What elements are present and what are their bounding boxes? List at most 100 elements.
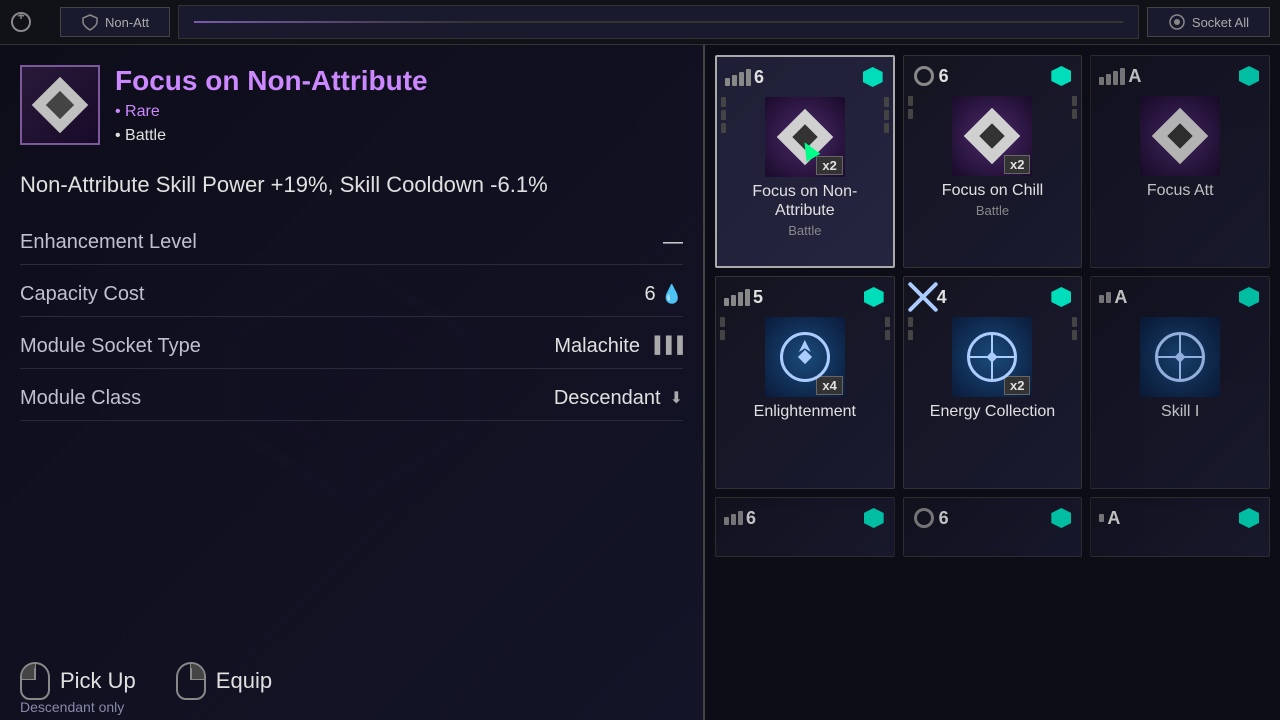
socket-teal-icon xyxy=(1049,506,1073,530)
card-skill[interactable]: A Skill I xyxy=(1090,276,1270,489)
edge-bar xyxy=(885,317,890,327)
level-num: 5 xyxy=(753,287,763,308)
equip-label: Equip xyxy=(216,668,272,694)
card-focus-chill[interactable]: 6 x2 Focus on Chill xyxy=(903,55,1083,268)
card-edge-bars-right xyxy=(885,317,890,340)
edge-bar xyxy=(1072,109,1077,119)
bar1 xyxy=(1099,514,1104,522)
card-edge-bars-left xyxy=(721,97,726,133)
card-top-bar: 6 xyxy=(725,65,885,89)
bar1 xyxy=(1099,77,1104,85)
bar4 xyxy=(746,69,751,86)
diamond-small xyxy=(1152,108,1209,165)
equip-action[interactable]: Equip xyxy=(176,662,272,700)
pickup-action[interactable]: Pick Up xyxy=(20,662,136,700)
socket-teal-icon xyxy=(861,65,885,89)
bar3 xyxy=(1113,71,1118,85)
card-focus-att[interactable]: A Focus Att xyxy=(1090,55,1270,268)
card-icon-area: x2 xyxy=(952,96,1032,176)
card-icon-area xyxy=(1140,96,1220,176)
socket-teal-icon xyxy=(1237,285,1261,309)
shield-icon xyxy=(81,13,99,31)
card-level: A xyxy=(1099,66,1141,87)
crosshair-icon xyxy=(967,332,1017,382)
level-bars xyxy=(1099,514,1104,522)
compass-icon xyxy=(780,332,830,382)
left-panel: Focus on Non-Attribute • Rare • Battle N… xyxy=(0,45,705,720)
socket-teal-icon xyxy=(1237,506,1261,530)
card-edge-bars-left xyxy=(720,317,725,340)
card-focus-non-attr[interactable]: 6 x2 xyxy=(715,55,895,268)
card-top-bar: 6 xyxy=(724,506,886,530)
item-type: • Battle xyxy=(115,127,428,145)
socket-icon xyxy=(1168,13,1186,31)
edge-bar xyxy=(884,123,889,133)
socket-teal-icon xyxy=(862,506,886,530)
circle-socket-icon xyxy=(912,64,936,88)
bar3 xyxy=(738,292,743,306)
card-name: Focus on Chill xyxy=(942,181,1043,200)
level-num: 6 xyxy=(754,67,764,88)
card-top-bar: A xyxy=(1099,285,1261,309)
card-subtype: Battle xyxy=(976,203,1009,218)
diamond-small xyxy=(964,108,1021,165)
card-level: 6 xyxy=(912,64,949,88)
edge-bar xyxy=(884,97,889,107)
class-label: Module Class xyxy=(20,387,141,410)
socket-all-label: Socket All xyxy=(1192,15,1249,30)
level-num: A xyxy=(1107,508,1120,529)
edge-bar xyxy=(720,317,725,327)
socket-teal-icon xyxy=(1049,285,1073,309)
card-level: 4 xyxy=(912,286,947,308)
card-bottom-2[interactable]: 6 xyxy=(903,497,1083,557)
edge-bar xyxy=(1072,96,1077,106)
edge-bar xyxy=(884,110,889,120)
main-container: Focus on Non-Attribute • Rare • Battle N… xyxy=(0,45,1280,720)
item-description: Non-Attribute Skill Power +19%, Skill Co… xyxy=(20,170,683,201)
edge-bar xyxy=(721,97,726,107)
mouse-right-icon xyxy=(176,662,206,700)
level-bars xyxy=(1099,292,1111,303)
socket-type-label: Module Socket Type xyxy=(20,335,201,358)
card-name: Enlightenment xyxy=(754,402,856,421)
card-top-bar: A xyxy=(1099,506,1261,530)
socket-teal-icon xyxy=(862,285,886,309)
socket-type-value: Malachite ▐▐▐ xyxy=(554,335,683,358)
card-level: 6 xyxy=(725,67,764,88)
bar2 xyxy=(1106,74,1111,85)
compass-inner xyxy=(798,350,812,364)
bar1 xyxy=(1099,295,1104,303)
edge-bar xyxy=(908,96,913,106)
card-edge-bars-right xyxy=(1072,96,1077,119)
bar3 xyxy=(739,72,744,86)
card-bottom-1[interactable]: 6 xyxy=(715,497,895,557)
level-bars xyxy=(1099,68,1125,85)
item-title-section: Focus on Non-Attribute • Rare • Battle xyxy=(115,65,428,145)
item-header: Focus on Non-Attribute • Rare • Battle xyxy=(20,65,683,145)
non-att-button[interactable]: Non-Att xyxy=(60,7,170,37)
item-name: Focus on Non-Attribute xyxy=(115,65,428,97)
level-num: A xyxy=(1128,66,1141,87)
bar2 xyxy=(731,295,736,306)
stat-row-socket: Module Socket Type Malachite ▐▐▐ xyxy=(20,335,683,369)
socket-all-button[interactable]: Socket All xyxy=(1147,7,1270,37)
card-edge-bars-left xyxy=(908,317,913,340)
x-level-icon xyxy=(912,286,934,308)
card-level: 5 xyxy=(724,287,763,308)
circle-socket-icon2 xyxy=(912,506,936,530)
card-enlightenment[interactable]: 5 x4 xyxy=(715,276,895,489)
card-top-bar: 4 xyxy=(912,285,1074,309)
diamond-icon xyxy=(32,77,89,134)
edge-bar xyxy=(908,330,913,340)
rotate-icon xyxy=(10,11,32,33)
card-bottom-3[interactable]: A xyxy=(1090,497,1270,557)
crosshair-icon xyxy=(1155,332,1205,382)
bar2 xyxy=(731,514,736,525)
card-level: 6 xyxy=(912,506,949,530)
card-energy-collection[interactable]: 4 x2 xyxy=(903,276,1083,489)
card-symbol xyxy=(967,332,1017,382)
card-edge-bars-right xyxy=(884,97,889,133)
item-icon-box xyxy=(20,65,100,145)
level-num: 4 xyxy=(937,287,947,308)
edge-bar xyxy=(721,110,726,120)
